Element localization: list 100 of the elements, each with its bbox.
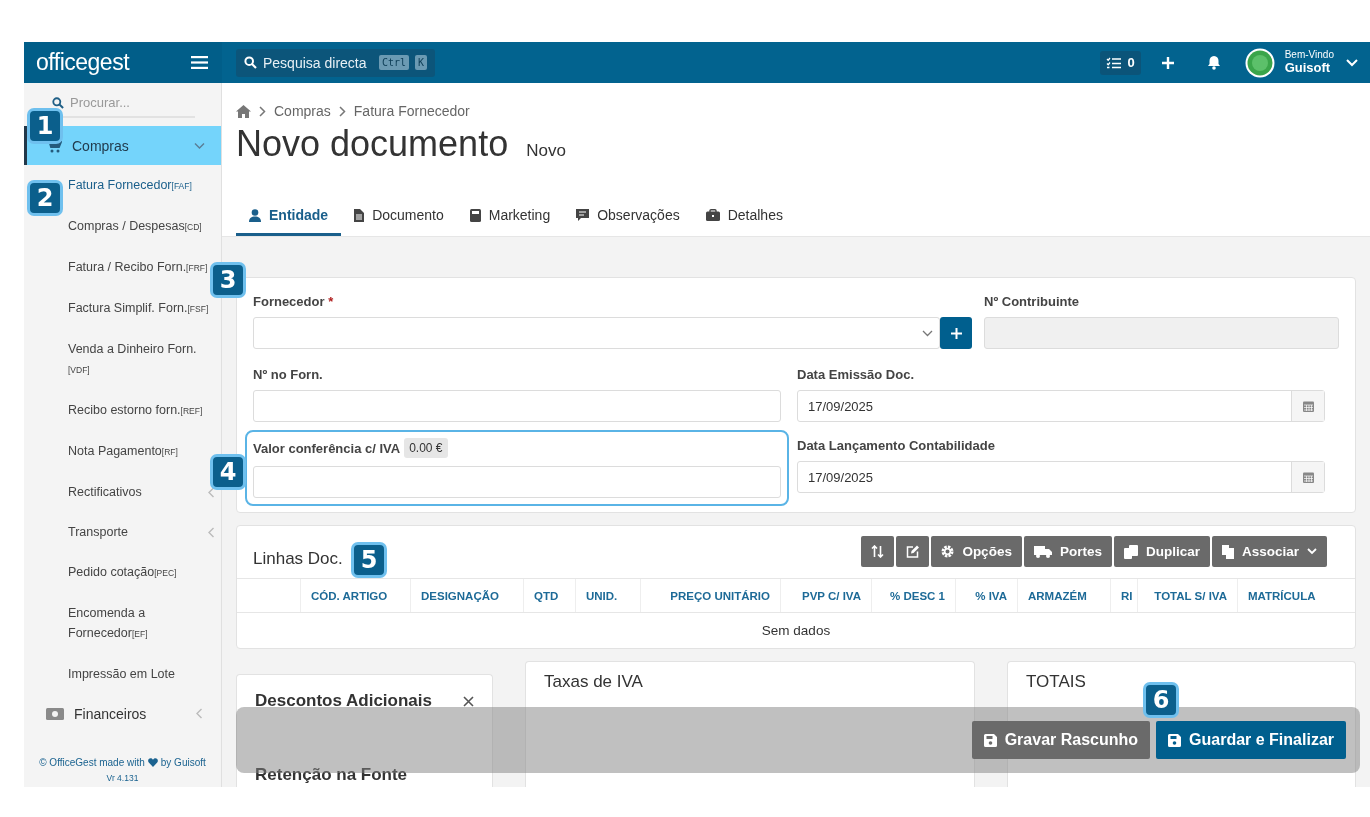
shortcut-key: K xyxy=(415,55,428,70)
date-field[interactable]: 17/09/2025 xyxy=(797,461,1325,493)
avatar-icon[interactable] xyxy=(1244,47,1275,78)
briefcase-icon xyxy=(705,209,720,221)
toolbar-button[interactable]: Duplicar xyxy=(1113,536,1210,567)
sidebar-item[interactable]: Factura Simplif. Forn.[FSF] xyxy=(68,298,209,319)
search-field[interactable]: Pesquisa directa Ctrl K xyxy=(236,48,436,77)
column-header[interactable]: QTD xyxy=(523,579,575,612)
page-subtitle: Novo xyxy=(526,141,566,161)
edit-icon xyxy=(906,545,920,558)
panel-title: Taxas de IVA xyxy=(544,672,643,692)
sidebar-item[interactable]: Fatura / Recibo Forn.[FRF] xyxy=(68,257,208,278)
edit-button[interactable] xyxy=(896,536,930,567)
step-badge: 6 xyxy=(1143,682,1179,718)
toolbar-button[interactable]: Opções xyxy=(931,536,1022,567)
search-input[interactable]: Pesquisa directa xyxy=(263,54,373,71)
field-label: Fornecedor * xyxy=(253,294,335,309)
column-header[interactable]: ARMAZÉM xyxy=(1017,579,1110,612)
sidebar-item[interactable]: Venda a Dinheiro Forn. [VDF] xyxy=(68,339,217,380)
sidebar-item[interactable]: Pedido cotação[PEC] xyxy=(68,562,177,583)
step-badge: 5 xyxy=(351,542,387,578)
chevron-icon xyxy=(259,105,266,117)
column-header[interactable]: PVP C/ IVA xyxy=(780,579,871,612)
sidebar-item[interactable]: Encomenda a Fornecedor[EF] xyxy=(68,603,217,644)
breadcrumb-link[interactable]: Compras xyxy=(274,103,331,119)
input-field[interactable] xyxy=(253,390,781,422)
step-badge: 1 xyxy=(27,108,63,144)
panel-title: Retenção na Fonte xyxy=(255,765,408,785)
close-icon[interactable] xyxy=(463,695,474,707)
calendar-icon xyxy=(1302,471,1314,483)
caret-icon xyxy=(1307,548,1317,555)
credit-text: © OfficeGest made with xyxy=(39,757,145,768)
column-header[interactable]: TOTAL S/ IVA xyxy=(1137,579,1237,612)
home-icon[interactable] xyxy=(236,104,251,118)
column-header[interactable]: DESIGNAÇÃO xyxy=(410,579,523,612)
clipboard-icon xyxy=(1221,544,1234,559)
menu-icon[interactable] xyxy=(191,56,208,69)
panel-title: Descontos Adicionais xyxy=(255,691,432,711)
credit-text: by Guisoft xyxy=(160,757,206,768)
step-badge: 3 xyxy=(210,262,246,298)
breadcrumb-link[interactable]: Fatura Fornecedor xyxy=(353,103,470,119)
column-header[interactable]: CÓD. ARTIGO xyxy=(300,579,410,612)
chevron-icon xyxy=(194,140,205,151)
gear-icon xyxy=(941,545,955,558)
field-label: Nº Contribuinte xyxy=(984,294,1080,309)
panel-title: TOTAIS xyxy=(1026,672,1086,692)
book-icon xyxy=(469,208,481,222)
tab[interactable]: Detalhes xyxy=(692,197,796,236)
column-header[interactable]: % IVA xyxy=(955,579,1017,612)
banknote-icon xyxy=(46,707,64,720)
field-label: Valor conferência c/ IVA xyxy=(253,440,401,456)
tab[interactable]: Documento xyxy=(341,197,457,236)
empty-message: Sem dados xyxy=(760,622,832,640)
field-label: Data Emissão Doc. xyxy=(797,367,916,382)
save-button[interactable]: Gravar Rascunho xyxy=(971,721,1151,759)
user-name[interactable]: Guisoft xyxy=(1284,60,1334,75)
bell-icon[interactable] xyxy=(1206,55,1221,70)
sidebar-item[interactable]: Impressão em Lote xyxy=(68,664,175,684)
save-button[interactable]: Guardar e Finalizar xyxy=(1156,721,1346,759)
shortcut-key: Ctrl xyxy=(379,55,410,70)
sort-icon xyxy=(871,545,885,558)
checklist-icon xyxy=(1106,56,1122,69)
search-input[interactable]: Procurar... xyxy=(70,95,180,110)
date-field[interactable]: 17/09/2025 xyxy=(797,390,1325,422)
sort-button[interactable] xyxy=(861,536,895,567)
tasks-button[interactable]: 0 xyxy=(1100,50,1141,75)
column-header[interactable]: RI xyxy=(1110,579,1137,612)
toolbar-button[interactable]: Associar xyxy=(1211,536,1327,567)
copy-icon xyxy=(1123,544,1138,559)
column-header[interactable]: UNID. xyxy=(575,579,640,612)
plus-icon[interactable] xyxy=(1160,55,1175,70)
chevron-icon xyxy=(194,708,205,719)
toolbar-button[interactable]: Portes xyxy=(1023,536,1112,567)
search-icon xyxy=(244,56,257,69)
tab[interactable]: Observações xyxy=(563,197,693,236)
sidebar-item[interactable]: Rectificativos xyxy=(68,482,142,502)
document-icon xyxy=(354,208,365,222)
step-badge: 2 xyxy=(27,180,63,216)
amount-badge: 0.00 € xyxy=(404,438,448,458)
comment-icon xyxy=(576,208,590,222)
column-header[interactable]: PREÇO UNITÁRIO xyxy=(640,579,780,612)
add-button[interactable] xyxy=(940,317,972,349)
search-icon xyxy=(52,96,64,109)
column-header[interactable]: MATRÍCULA xyxy=(1237,579,1330,612)
plus-icon xyxy=(950,327,962,339)
sidebar-group[interactable]: Financeiros xyxy=(24,694,221,733)
calendar-icon xyxy=(1302,400,1314,412)
column-header[interactable]: % DESC 1 xyxy=(871,579,955,612)
sidebar-item[interactable]: Nota Pagamento[RF] xyxy=(68,441,178,462)
tab[interactable]: Entidade xyxy=(236,197,342,236)
field-label: Nº no Forn. xyxy=(253,367,324,382)
caret-icon xyxy=(922,329,933,337)
sidebar-item[interactable]: Transporte xyxy=(68,522,128,542)
version-text: Vr 4.131 xyxy=(105,773,140,783)
input-field[interactable] xyxy=(253,466,781,498)
tab[interactable]: Marketing xyxy=(456,197,564,236)
sidebar-item[interactable]: Compras / Despesas[CD] xyxy=(68,216,202,237)
sidebar-item[interactable]: Fatura Fornecedor[FAF] xyxy=(68,175,192,196)
caret-icon[interactable] xyxy=(1346,58,1358,67)
sidebar-item[interactable]: Recibo estorno forn.[REF] xyxy=(68,400,203,421)
